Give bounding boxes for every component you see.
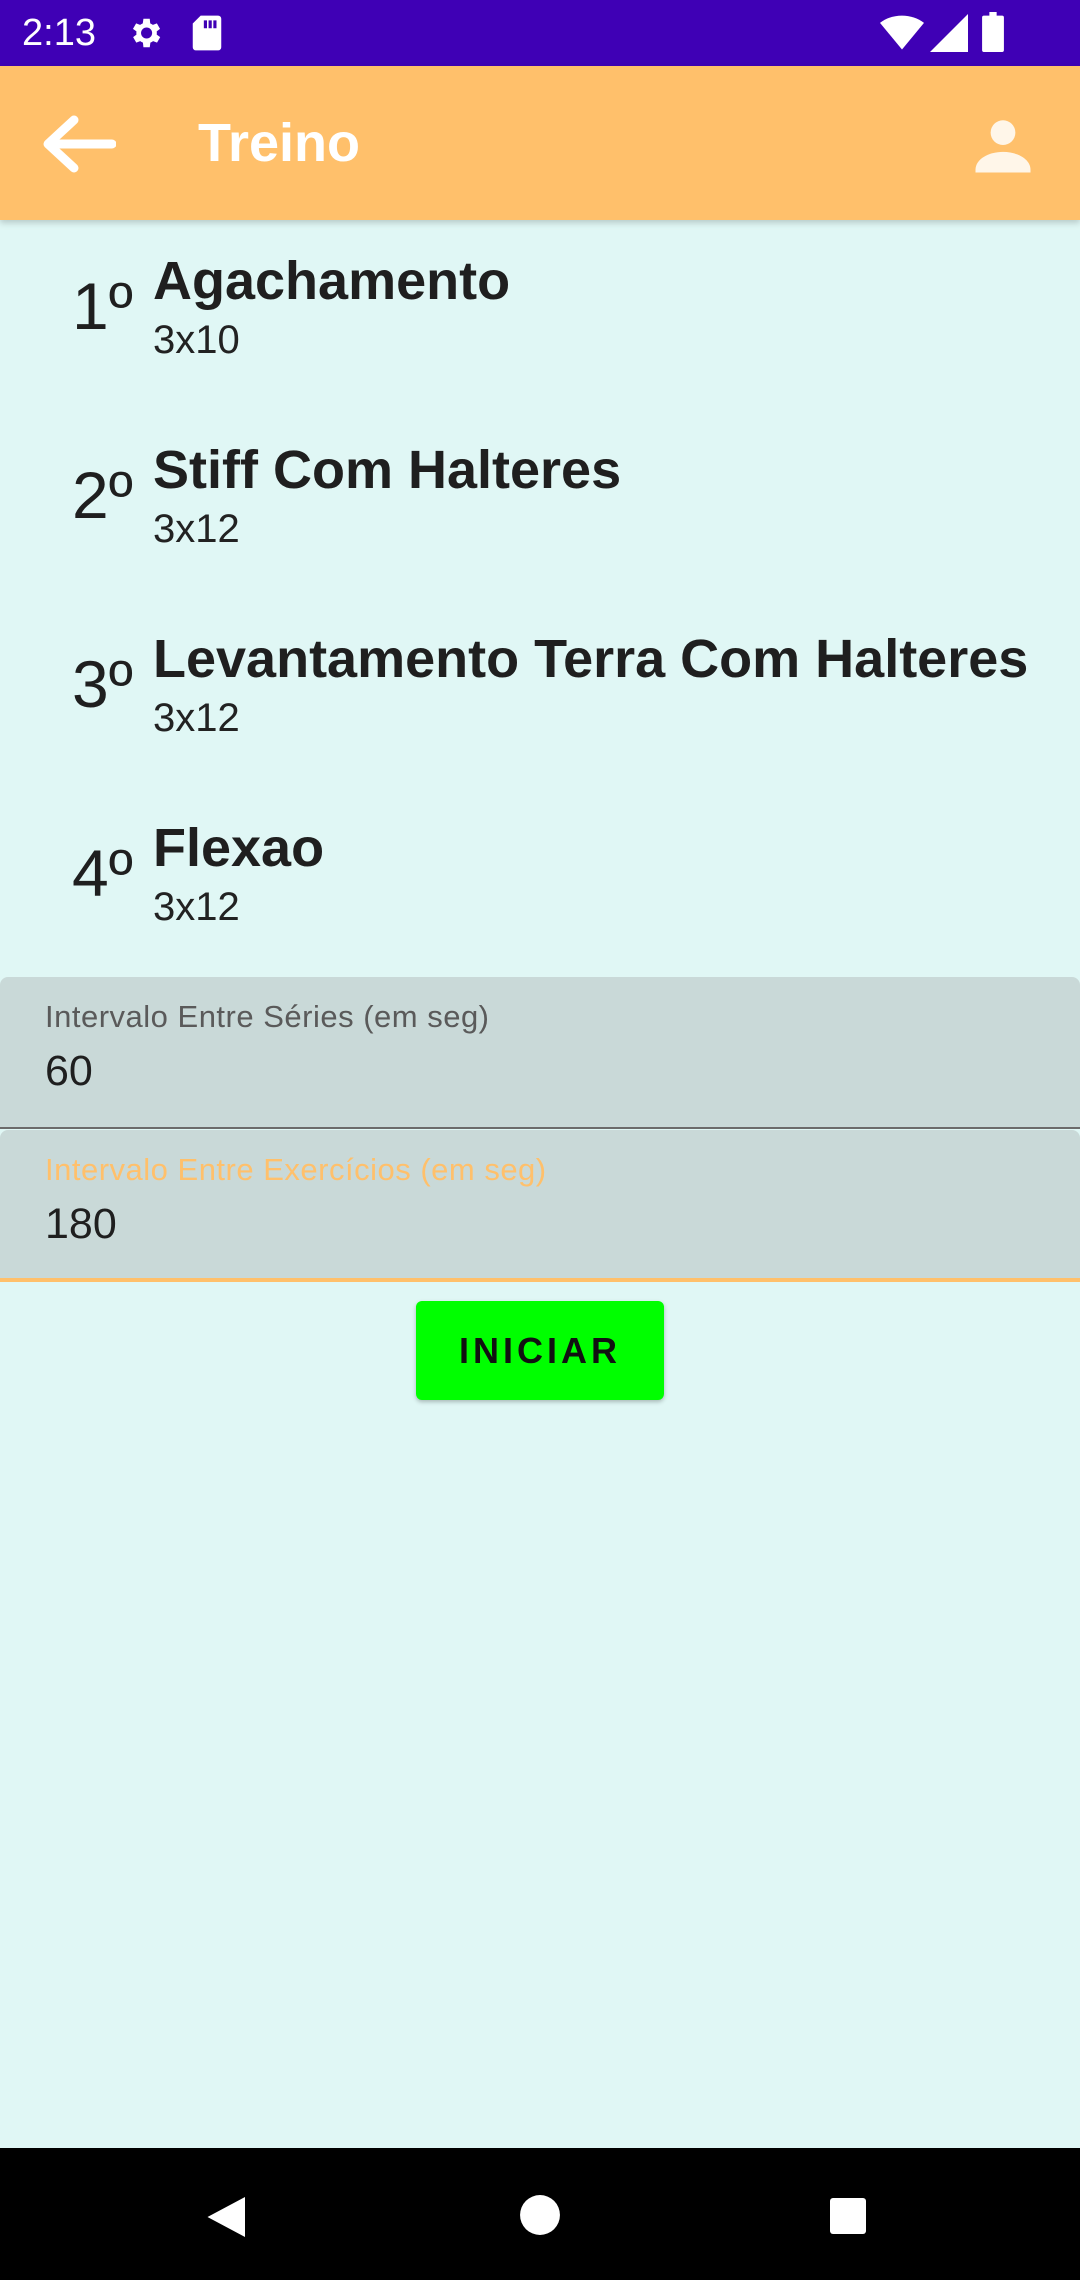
exercise-sets: 3x12	[153, 885, 240, 929]
exercise-name: Agachamento	[153, 251, 511, 311]
field-underline	[0, 1127, 1080, 1129]
exercise-order: 2º	[72, 458, 133, 532]
list-item[interactable]: 3º Levantamento Terra Com Halteres 3x12	[0, 614, 1080, 794]
series-interval-field[interactable]: Intervalo Entre Séries (em seg) 60	[0, 977, 1080, 1129]
status-time: 2:13	[22, 12, 96, 54]
system-nav-bar	[0, 2148, 1080, 2280]
exercise-interval-label: Intervalo Entre Exercícios (em seg)	[45, 1152, 547, 1187]
exercise-name: Levantamento Terra Com Halteres	[153, 629, 1029, 689]
back-triangle-icon[interactable]	[200, 2192, 250, 2242]
start-button[interactable]: INICIAR	[416, 1301, 664, 1400]
wifi-icon	[880, 15, 924, 50]
app-toolbar: Treino	[0, 66, 1080, 220]
list-item[interactable]: 2º Stiff Com Halteres 3x12	[0, 425, 1080, 605]
recents-square-icon[interactable]	[828, 2196, 868, 2236]
exercise-sets: 3x12	[153, 696, 240, 740]
status-bar: 2:13	[0, 0, 1080, 66]
page-title: Treino	[198, 113, 361, 173]
series-interval-label: Intervalo Entre Séries (em seg)	[45, 999, 490, 1034]
home-circle-icon[interactable]	[519, 2194, 561, 2236]
arrow-back-icon[interactable]	[40, 114, 116, 174]
exercise-order: 4º	[72, 836, 133, 910]
field-underline-focused	[0, 1278, 1080, 1282]
battery-icon	[982, 12, 1004, 52]
settings-icon	[132, 18, 161, 48]
exercise-interval-field[interactable]: Intervalo Entre Exercícios (em seg) 180	[0, 1130, 1080, 1282]
exercise-name: Flexao	[153, 818, 325, 878]
exercise-sets: 3x12	[153, 507, 240, 551]
exercise-name: Stiff Com Halteres	[153, 440, 622, 500]
series-interval-value[interactable]: 60	[45, 1043, 93, 1099]
exercise-sets: 3x10	[153, 318, 240, 362]
person-icon[interactable]	[970, 112, 1036, 178]
list-item[interactable]: 4º Flexao 3x12	[0, 803, 1080, 983]
sd-card-icon	[192, 15, 222, 51]
exercise-order: 3º	[72, 647, 133, 721]
list-item[interactable]: 1º Agachamento 3x10	[0, 236, 1080, 416]
exercise-order: 1º	[72, 269, 133, 343]
exercise-interval-value[interactable]: 180	[45, 1196, 117, 1252]
signal-icon	[930, 14, 968, 52]
